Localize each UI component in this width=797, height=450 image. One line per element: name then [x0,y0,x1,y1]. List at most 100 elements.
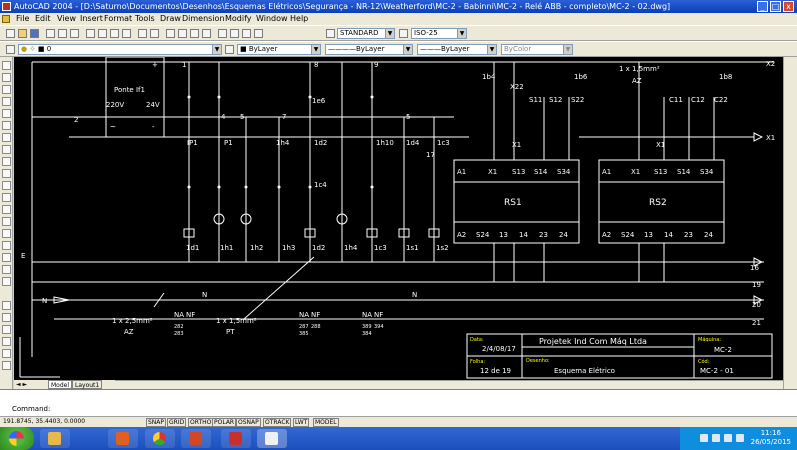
help-icon[interactable] [254,29,263,38]
paste-icon[interactable] [110,29,119,38]
array-icon[interactable] [2,349,11,358]
mtext-icon[interactable] [2,277,11,286]
menu-help[interactable]: Help [290,13,308,25]
hatch-icon[interactable] [2,229,11,238]
menu-dimension[interactable]: Dimension [182,13,225,25]
ortho-toggle[interactable]: ORTHO [188,418,214,427]
tray-icon[interactable] [700,434,708,442]
region-icon[interactable] [2,253,11,262]
point-icon[interactable] [2,217,11,226]
drawing-canvas[interactable]: Ponte If1 220V 24V ~ + - 2 1 4 5 7 8 9 5… [14,57,783,380]
ellipse-icon[interactable] [2,169,11,178]
linetype-select[interactable]: ————ByLayer ▼ [325,44,413,55]
properties-icon[interactable] [218,29,227,38]
menu-format[interactable]: Format [104,13,132,25]
arc-icon[interactable] [2,121,11,130]
cut-icon[interactable] [86,29,95,38]
menu-file[interactable]: File [16,13,29,25]
autocad-app-icon[interactable] [2,2,11,11]
minimize-button[interactable]: _ [757,1,768,12]
menu-edit[interactable]: Edit [35,13,51,25]
make-object-layer-current-icon[interactable] [225,45,234,54]
offset-icon[interactable] [2,337,11,346]
zoom-window-icon[interactable] [190,29,199,38]
ellipse-arc-icon[interactable] [2,181,11,190]
menu-tools[interactable]: Tools [135,13,155,25]
layer-manager-icon[interactable] [6,45,15,54]
menu-modify[interactable]: Modify [225,13,252,25]
erase-icon[interactable] [2,301,11,310]
rectangle-icon[interactable] [2,109,11,118]
start-button[interactable] [0,427,34,450]
tool-palettes-icon[interactable] [242,29,251,38]
mirror-icon[interactable] [2,325,11,334]
insert-block-icon[interactable] [2,193,11,202]
open-file-icon[interactable] [18,29,27,38]
color-select[interactable]: ■ ByLayer ▼ [237,44,321,55]
polygon-icon[interactable] [2,97,11,106]
taskbar-chrome[interactable] [145,429,175,448]
redo-icon[interactable] [150,29,159,38]
polyline-icon[interactable] [2,85,11,94]
zoom-realtime-icon[interactable] [178,29,187,38]
make-block-icon[interactable] [2,205,11,214]
model-toggle[interactable]: MODEL [313,418,339,427]
dim-style-select[interactable]: ISO-25 ▼ [411,28,467,39]
undo-icon[interactable] [138,29,147,38]
design-center-icon[interactable] [230,29,239,38]
osnap-toggle[interactable]: OSNAP [236,418,261,427]
menu-bar: File Edit View Insert Format Tools Draw … [0,13,797,25]
tab-layout1[interactable]: Layout1 [72,380,103,389]
otrack-toggle[interactable]: OTRACK [263,418,292,427]
tab-nav-icon[interactable]: ◄ ► [16,381,27,388]
volume-icon[interactable] [724,434,732,442]
publish-icon[interactable] [70,29,79,38]
menu-window[interactable]: Window [256,13,288,25]
spline-icon[interactable] [2,157,11,166]
match-properties-icon[interactable] [122,29,131,38]
gradient-icon[interactable] [2,241,11,250]
taskbar-autocad-inactive[interactable] [221,429,251,448]
menu-draw[interactable]: Draw [160,13,181,25]
maximize-button[interactable]: □ [770,1,781,12]
lineweight-select[interactable]: ———ByLayer ▼ [417,44,497,55]
taskbar-powerpoint[interactable] [181,429,211,448]
close-button[interactable]: x [783,1,794,12]
print-icon[interactable] [46,29,55,38]
circle-icon[interactable] [2,133,11,142]
snap-toggle[interactable]: SNAP [146,418,167,427]
polar-toggle[interactable]: POLAR [212,418,237,427]
copy-icon[interactable] [98,29,107,38]
copy-object-icon[interactable] [2,313,11,322]
menu-view[interactable]: View [57,13,76,25]
plotstyle-select[interactable]: ByColor ▼ [501,44,573,55]
document-icon[interactable] [2,15,10,23]
horizontal-scrollbar[interactable] [115,380,783,389]
taskbar-explorer[interactable] [40,429,70,448]
pan-icon[interactable] [166,29,175,38]
line-icon[interactable] [2,61,11,70]
clock[interactable]: 11:16 26/05/2015 [751,429,791,447]
tab-model[interactable]: Model [48,380,73,389]
grid-toggle[interactable]: GRID [167,418,187,427]
command-window[interactable]: Command: [0,389,797,416]
flag-icon[interactable] [736,434,744,442]
table-icon[interactable] [2,265,11,274]
save-icon[interactable] [30,29,39,38]
vertical-scrollbar[interactable] [783,57,797,402]
menu-insert[interactable]: Insert [80,13,103,25]
taskbar-autocad[interactable] [257,429,287,448]
new-file-icon[interactable] [6,29,15,38]
layer-select[interactable]: ● ☼ ■ 0 ▼ [18,44,222,55]
text-style-select[interactable]: STANDARD ▼ [337,28,395,39]
relay-terminal: C11 [669,96,683,104]
construction-line-icon[interactable] [2,73,11,82]
zoom-previous-icon[interactable] [202,29,211,38]
plot-preview-icon[interactable] [58,29,67,38]
taskbar-media-player[interactable] [108,429,138,448]
relay-terminal: C22 [714,96,728,104]
lwt-toggle[interactable]: LWT [293,418,310,427]
move-icon[interactable] [2,361,11,370]
revision-cloud-icon[interactable] [2,145,11,154]
network-icon[interactable] [712,434,720,442]
